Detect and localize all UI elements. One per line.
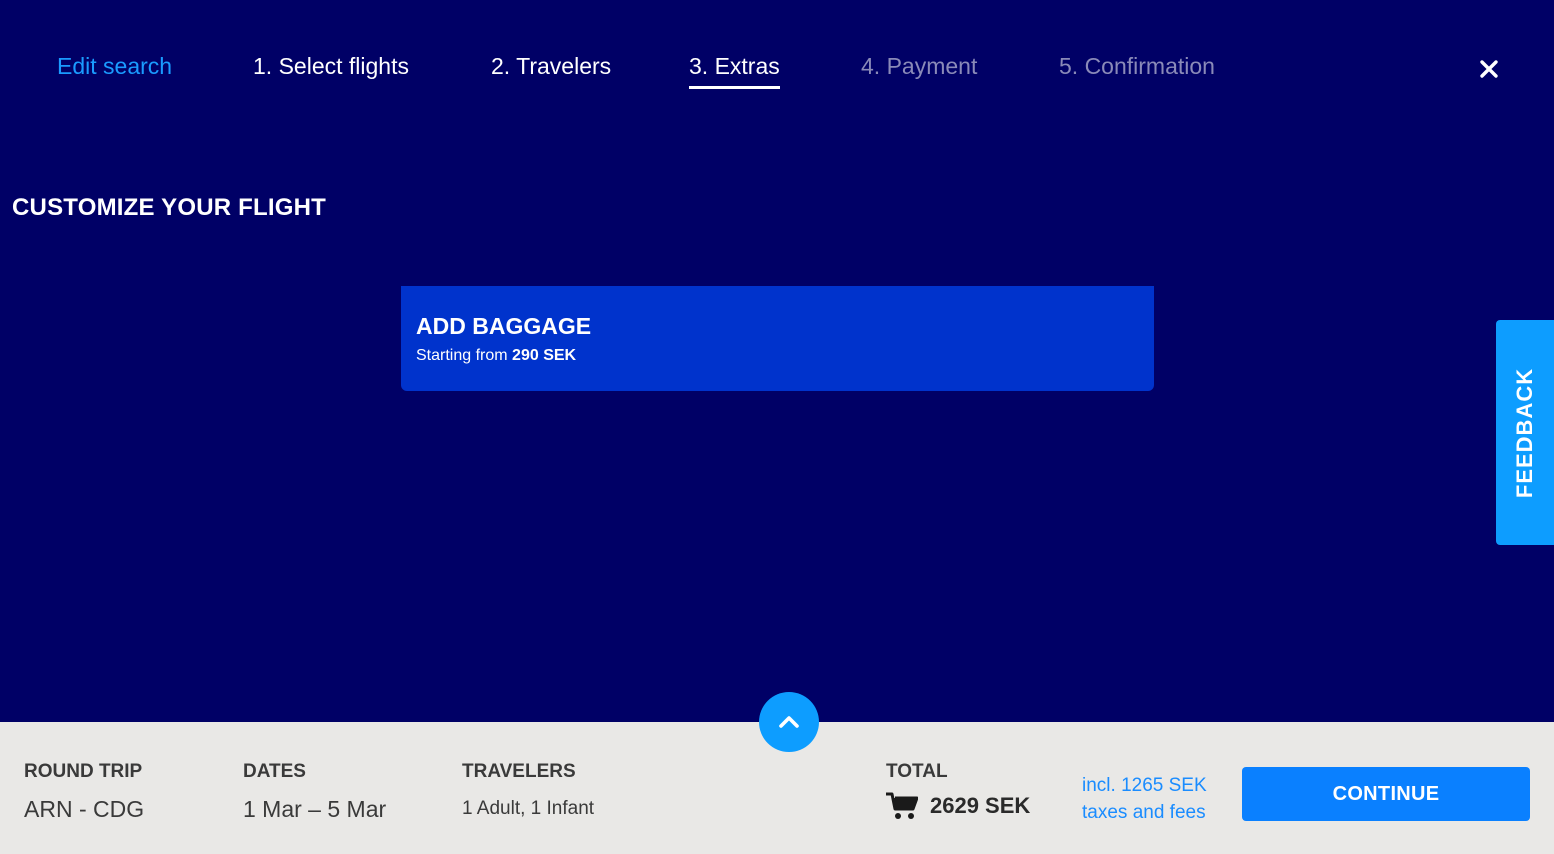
baggage-title: ADD BAGGAGE <box>416 313 592 339</box>
travelers-summary: TRAVELERS 1 Adult, 1 Infant <box>462 762 594 822</box>
dates-summary: DATES 1 Mar – 5 Mar <box>243 761 387 823</box>
continue-button[interactable]: CONTINUE <box>1242 767 1530 821</box>
feedback-label: FEEDBACK <box>1512 367 1538 498</box>
step-payment: 4. Payment <box>861 53 978 79</box>
dates-label: DATES <box>243 761 306 782</box>
cart-icon <box>886 792 918 819</box>
baggage-price: 290 SEK <box>512 347 577 364</box>
baggage-price-line: Starting from 290 SEK <box>416 346 1139 366</box>
step-travelers[interactable]: 2. Travelers <box>491 52 611 80</box>
close-icon <box>1480 60 1498 78</box>
trip-route: ARN - CDG <box>24 796 145 822</box>
taxes-label: taxes and fees <box>1082 802 1206 823</box>
taxes-amount: incl. 1265 SEK <box>1082 775 1207 796</box>
total-summary: TOTAL 2629 SEK <box>886 762 1030 820</box>
dates-value: 1 Mar – 5 Mar <box>243 796 387 822</box>
travelers-value: 1 Adult, 1 Infant <box>462 798 595 819</box>
step-confirmation: 5. Confirmation <box>1059 53 1215 79</box>
edit-search-link[interactable]: Edit search <box>57 52 172 80</box>
total-label: TOTAL <box>886 761 948 782</box>
total-amount: 2629 SEK <box>930 793 1031 818</box>
step-navigation: Edit search 1. Select flights 2. Travele… <box>0 0 1554 110</box>
feedback-tab[interactable]: FEEDBACK <box>1496 320 1554 545</box>
taxes-info[interactable]: incl. 1265 SEK taxes and fees <box>1082 772 1222 826</box>
step-extras[interactable]: 3. Extras <box>689 52 780 89</box>
chevron-up-icon <box>779 716 799 728</box>
step-select-flights[interactable]: 1. Select flights <box>253 52 409 80</box>
add-baggage-card[interactable]: ADD BAGGAGE Starting from 290 SEK <box>401 286 1154 391</box>
close-button[interactable] <box>1474 54 1504 84</box>
travelers-label: TRAVELERS <box>462 761 576 782</box>
trip-summary: ROUND TRIP ARN - CDG <box>24 761 145 823</box>
trip-label: ROUND TRIP <box>24 761 143 782</box>
expand-summary-button[interactable] <box>759 692 819 752</box>
total-row: 2629 SEK <box>886 792 1030 820</box>
page-title: CUSTOMIZE YOUR FLIGHT <box>12 194 326 221</box>
baggage-starting-from: Starting from <box>416 347 508 364</box>
